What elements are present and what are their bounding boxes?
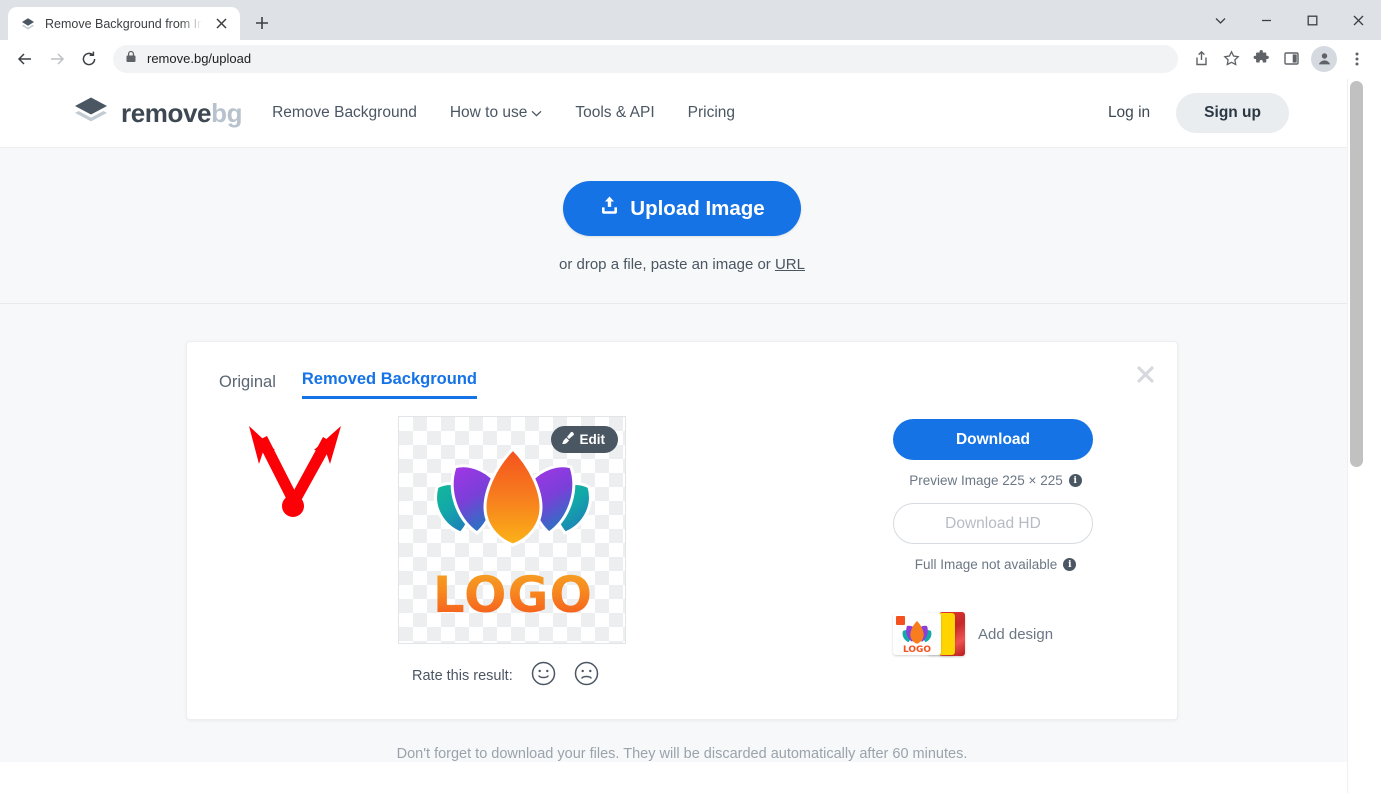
nav-item-remove-background[interactable]: Remove Background bbox=[272, 104, 417, 122]
full-image-note: Full Image not available i bbox=[893, 557, 1098, 572]
upload-hint-text: or drop a file, paste an image or bbox=[559, 256, 775, 273]
design-thumbnails-icon: LOGO bbox=[893, 611, 965, 657]
login-button[interactable]: Log in bbox=[1096, 96, 1162, 130]
upload-hint: or drop a file, paste an image or URL bbox=[0, 256, 1364, 273]
sidepanel-icon[interactable] bbox=[1277, 45, 1305, 73]
preview-size-note: Preview Image 225 × 225 i bbox=[893, 473, 1098, 488]
result-card: Original Removed Background LOGO Edit Ra… bbox=[186, 341, 1178, 720]
close-icon[interactable] bbox=[1132, 361, 1158, 387]
download-actions: Download Preview Image 225 × 225 i Downl… bbox=[893, 416, 1098, 691]
header-actions: Log in Sign up bbox=[1096, 93, 1364, 133]
page-scrollbar[interactable] bbox=[1347, 79, 1364, 793]
rate-result-row: Rate this result: bbox=[398, 661, 628, 691]
smiley-happy-icon[interactable] bbox=[531, 661, 556, 691]
browser-window: Remove Background from Image bbox=[0, 0, 1381, 793]
upload-image-button[interactable]: Upload Image bbox=[563, 181, 801, 236]
url-text: remove.bg/upload bbox=[147, 51, 252, 66]
chevron-down-icon[interactable] bbox=[1197, 0, 1243, 40]
site-header: removebg Remove Background How to use To… bbox=[0, 79, 1364, 148]
red-double-arrow-annotation bbox=[241, 424, 347, 525]
nav-item-pricing[interactable]: Pricing bbox=[688, 104, 735, 122]
upload-url-link[interactable]: URL bbox=[775, 256, 805, 273]
logo-wordmark: LOGO bbox=[399, 566, 625, 624]
star-icon[interactable] bbox=[1217, 45, 1245, 73]
back-button[interactable] bbox=[10, 44, 40, 74]
smiley-sad-icon[interactable] bbox=[574, 661, 599, 691]
info-icon[interactable]: i bbox=[1063, 558, 1077, 571]
add-design-label: Add design bbox=[978, 625, 1054, 643]
lock-icon bbox=[125, 50, 137, 68]
upload-section: Upload Image or drop a file, paste an im… bbox=[0, 148, 1364, 304]
nav-item-tools-api[interactable]: Tools & API bbox=[575, 104, 654, 122]
result-area: Original Removed Background LOGO Edit Ra… bbox=[0, 304, 1364, 762]
scrollbar-thumb[interactable] bbox=[1350, 81, 1363, 467]
upload-icon bbox=[599, 195, 620, 222]
nav-label: Remove Background bbox=[272, 104, 417, 121]
main-navigation: Remove Background How to use Tools & API… bbox=[272, 104, 735, 122]
minimize-icon[interactable] bbox=[1243, 0, 1289, 40]
three-dot-menu-icon[interactable] bbox=[1343, 45, 1371, 73]
design-thumb-logo: LOGO bbox=[893, 613, 941, 655]
logo-text-primary: remove bbox=[121, 97, 212, 128]
preview-column: LOGO Edit Rate this result: bbox=[398, 416, 628, 691]
tab-removed-background[interactable]: Removed Background bbox=[301, 370, 477, 399]
site-logo[interactable]: removebg bbox=[73, 95, 242, 132]
download-hd-button[interactable]: Download HD bbox=[893, 503, 1093, 544]
browser-toolbar: remove.bg/upload bbox=[0, 40, 1381, 78]
full-image-text: Full Image not available bbox=[914, 557, 1058, 572]
add-design-row[interactable]: LOGO Add design bbox=[893, 611, 1098, 657]
edit-label: Edit bbox=[579, 432, 606, 447]
download-button[interactable]: Download bbox=[893, 419, 1093, 460]
share-icon[interactable] bbox=[1187, 45, 1215, 73]
puzzle-icon[interactable] bbox=[1247, 45, 1275, 73]
info-icon[interactable]: i bbox=[1068, 474, 1082, 487]
window-close-icon[interactable] bbox=[1335, 0, 1381, 40]
lotus-logo: LOGO bbox=[399, 435, 625, 624]
edit-button[interactable]: Edit bbox=[550, 426, 618, 453]
nav-item-how-to-use[interactable]: How to use bbox=[450, 104, 543, 122]
browser-tab[interactable]: Remove Background from Image bbox=[8, 7, 240, 40]
forward-button[interactable] bbox=[42, 44, 72, 74]
tab-close-button[interactable] bbox=[211, 14, 231, 34]
maximize-icon[interactable] bbox=[1289, 0, 1335, 40]
nav-label: How to use bbox=[449, 104, 528, 121]
nav-label: Tools & API bbox=[575, 104, 655, 121]
footer-note: Don't forget to download your files. The… bbox=[396, 746, 968, 762]
reload-button[interactable] bbox=[74, 44, 104, 74]
tab-title: Remove Background from Image bbox=[45, 16, 202, 31]
layers-diamond-icon bbox=[73, 95, 109, 132]
window-controls bbox=[1197, 0, 1381, 40]
tab-original[interactable]: Original bbox=[219, 373, 276, 399]
rate-label: Rate this result: bbox=[412, 668, 513, 684]
web-page: removebg Remove Background How to use To… bbox=[0, 79, 1364, 793]
chevron-down-icon bbox=[531, 104, 542, 122]
result-card-body: LOGO Edit Rate this result: Download Pre… bbox=[213, 416, 1151, 691]
svg-text:LOGO: LOGO bbox=[903, 645, 931, 655]
tab-strip: Remove Background from Image bbox=[0, 0, 1381, 40]
annotation-column bbox=[213, 416, 398, 691]
layers-diamond-icon bbox=[20, 16, 36, 32]
brush-icon bbox=[561, 431, 575, 448]
badge-icon bbox=[896, 616, 905, 625]
preview-size-text: Preview Image 225 × 225 bbox=[909, 473, 1063, 488]
nav-label: Pricing bbox=[687, 104, 736, 121]
site-logo-text: removebg bbox=[121, 98, 242, 129]
address-bar[interactable]: remove.bg/upload bbox=[113, 44, 1178, 73]
signup-button[interactable]: Sign up bbox=[1176, 93, 1289, 133]
upload-image-label: Upload Image bbox=[630, 196, 765, 220]
new-tab-button[interactable] bbox=[248, 9, 276, 37]
image-preview[interactable]: LOGO Edit bbox=[398, 416, 626, 644]
result-tabs: Original Removed Background bbox=[213, 364, 1151, 399]
logo-text-secondary: bg bbox=[211, 97, 243, 128]
page-viewport: removebg Remove Background How to use To… bbox=[0, 79, 1381, 793]
browser-titlebar: Remove Background from Image bbox=[0, 0, 1381, 40]
avatar-icon[interactable] bbox=[1311, 45, 1337, 72]
